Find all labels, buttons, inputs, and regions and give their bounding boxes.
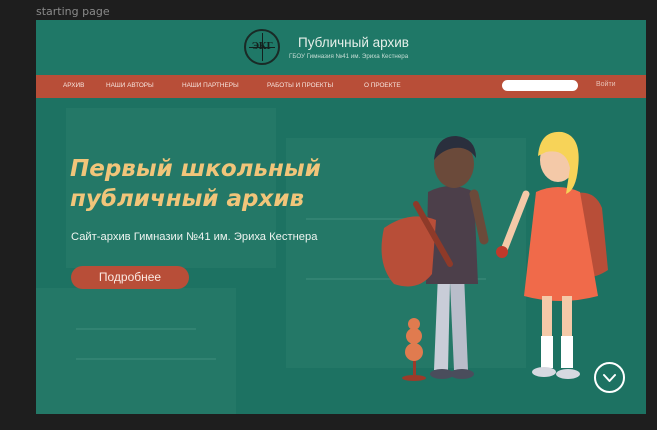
search-input[interactable] <box>502 80 578 91</box>
frame-label: starting page <box>36 5 110 18</box>
nav-item-archive[interactable]: АРХИВ <box>63 82 84 89</box>
logo-line-horizontal <box>249 47 275 48</box>
background-newspaper-line <box>76 328 196 330</box>
site-title: Публичный архив <box>298 35 409 50</box>
more-button[interactable]: Подробнее <box>71 266 189 289</box>
nav-item-authors[interactable]: НАШИ АВТОРЫ <box>106 82 154 89</box>
background-newspaper <box>36 288 236 414</box>
hero-heading-line: публичный архив <box>70 186 304 212</box>
login-link[interactable]: Войти <box>596 81 616 88</box>
site-header: ЭКГ Публичный архив ГБОУ Гимназия №41 им… <box>36 20 646 75</box>
students-illustration <box>381 131 608 381</box>
hero-subheading: Сайт-архив Гимназии №41 им. Эриха Кестне… <box>71 231 318 243</box>
logo[interactable]: ЭКГ <box>244 29 280 65</box>
hero-heading-line: Первый школьный <box>70 156 321 182</box>
chevron-down-icon <box>603 374 616 382</box>
background-newspaper-line <box>76 358 216 360</box>
web-page: ЭКГ Публичный архив ГБОУ Гимназия №41 им… <box>36 20 646 414</box>
hero-heading: Первый школьный публичный архив <box>70 154 321 214</box>
nav-item-partners[interactable]: НАШИ ПАРТНЕРЫ <box>182 82 239 89</box>
hero-section: Первый школьный публичный архив Сайт-арх… <box>36 98 646 414</box>
nav-item-projects[interactable]: РАБОТЫ И ПРОЕКТЫ <box>267 82 333 89</box>
girl-figure <box>496 131 608 379</box>
plant-decoration <box>402 318 426 381</box>
nav-item-about[interactable]: О ПРОЕКТЕ <box>364 82 401 89</box>
boy-figure <box>381 136 489 379</box>
scroll-down-button[interactable] <box>594 362 625 393</box>
site-subtitle: ГБОУ Гимназия №41 им. Эриха Кестнера <box>289 53 409 60</box>
